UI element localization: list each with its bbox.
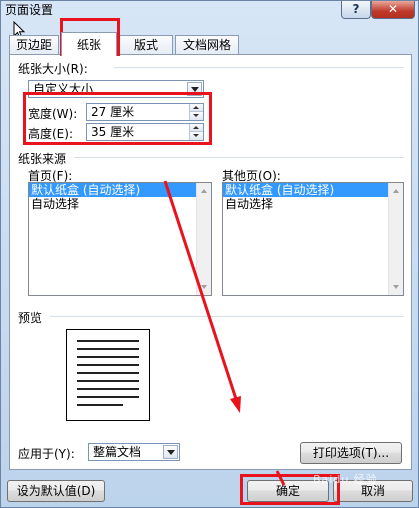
- width-label: 宽度(W):: [28, 107, 78, 121]
- apply-to-selected: 整篇文档: [93, 445, 142, 459]
- list-item[interactable]: 默认纸盒 (自动选择): [223, 183, 403, 197]
- paper-tab-panel: 纸张大小(R): 自定义大小 宽度(W): 27 厘米 高度(E): 35 厘米…: [9, 54, 412, 470]
- first-page-list[interactable]: 默认纸盒 (自动选择) 自动选择: [28, 182, 212, 296]
- width-value: 27 厘米: [91, 105, 135, 119]
- list-item[interactable]: 自动选择: [223, 197, 403, 211]
- scrollbar[interactable]: [388, 183, 403, 295]
- preview-line: [77, 372, 139, 374]
- apply-to-label: 应用于(Y):: [18, 447, 75, 461]
- paper-size-select[interactable]: 自定义大小: [28, 80, 204, 98]
- group-divider: [74, 157, 404, 158]
- preview-line: [77, 356, 139, 358]
- scroll-down-icon[interactable]: [197, 280, 211, 294]
- width-spinner[interactable]: 27 厘米: [86, 103, 204, 121]
- preview-line: [77, 348, 139, 350]
- title-bar: 页面设置 ? ✕: [1, 1, 419, 27]
- scroll-down-icon[interactable]: [389, 280, 403, 294]
- paper-size-group-label: 纸张大小(R):: [18, 62, 88, 76]
- width-spin-buttons: [189, 104, 203, 120]
- preview-line: [77, 380, 139, 382]
- tab-paper[interactable]: 纸张: [61, 32, 117, 56]
- close-button[interactable]: ✕: [371, 1, 415, 19]
- preview-group-label: 预览: [18, 311, 43, 325]
- group-divider: [50, 316, 404, 317]
- preview-line: [77, 388, 139, 390]
- set-default-button[interactable]: 设为默认值(D): [7, 480, 105, 502]
- ok-button[interactable]: 确定: [247, 480, 329, 502]
- page-setup-dialog: 页面设置 ? ✕ 页边距 纸张 版式 文档网格 纸张大小(R): 自定义大小 宽…: [0, 0, 419, 508]
- scroll-up-icon[interactable]: [197, 184, 211, 198]
- preview-line: [77, 396, 139, 398]
- preview-line: [77, 364, 139, 366]
- spin-down-icon[interactable]: [190, 112, 203, 120]
- height-spin-buttons: [189, 124, 203, 140]
- spin-up-icon[interactable]: [190, 104, 203, 112]
- group-divider: [114, 67, 404, 68]
- spin-up-icon[interactable]: [190, 124, 203, 132]
- page-preview: [66, 329, 150, 421]
- list-item[interactable]: 默认纸盒 (自动选择): [29, 183, 211, 197]
- paper-size-selected: 自定义大小: [33, 82, 94, 96]
- tab-strip: 页边距 纸张 版式 文档网格: [9, 32, 412, 56]
- list-item[interactable]: 自动选择: [29, 197, 211, 211]
- scrollbar[interactable]: [196, 183, 211, 295]
- preview-line: [77, 404, 123, 406]
- scroll-up-icon[interactable]: [389, 184, 403, 198]
- tab-margins[interactable]: 页边距: [9, 35, 59, 55]
- dialog-title: 页面设置: [5, 3, 54, 17]
- apply-to-select[interactable]: 整篇文档: [88, 443, 180, 461]
- tab-document-grid[interactable]: 文档网格: [175, 35, 239, 55]
- print-options-button[interactable]: 打印选项(T)...: [300, 442, 402, 464]
- other-pages-list[interactable]: 默认纸盒 (自动选择) 自动选择: [222, 182, 404, 296]
- cancel-button[interactable]: 取消: [333, 480, 413, 502]
- height-label: 高度(E):: [28, 127, 73, 141]
- chevron-down-icon[interactable]: [163, 445, 178, 459]
- preview-line: [77, 340, 139, 342]
- help-button[interactable]: ?: [341, 1, 371, 19]
- chevron-down-icon[interactable]: [187, 82, 202, 96]
- height-value: 35 厘米: [91, 125, 135, 139]
- tab-layout[interactable]: 版式: [119, 35, 173, 55]
- height-spinner[interactable]: 35 厘米: [86, 123, 204, 141]
- paper-source-group-label: 纸张来源: [18, 152, 67, 166]
- spin-down-icon[interactable]: [190, 132, 203, 140]
